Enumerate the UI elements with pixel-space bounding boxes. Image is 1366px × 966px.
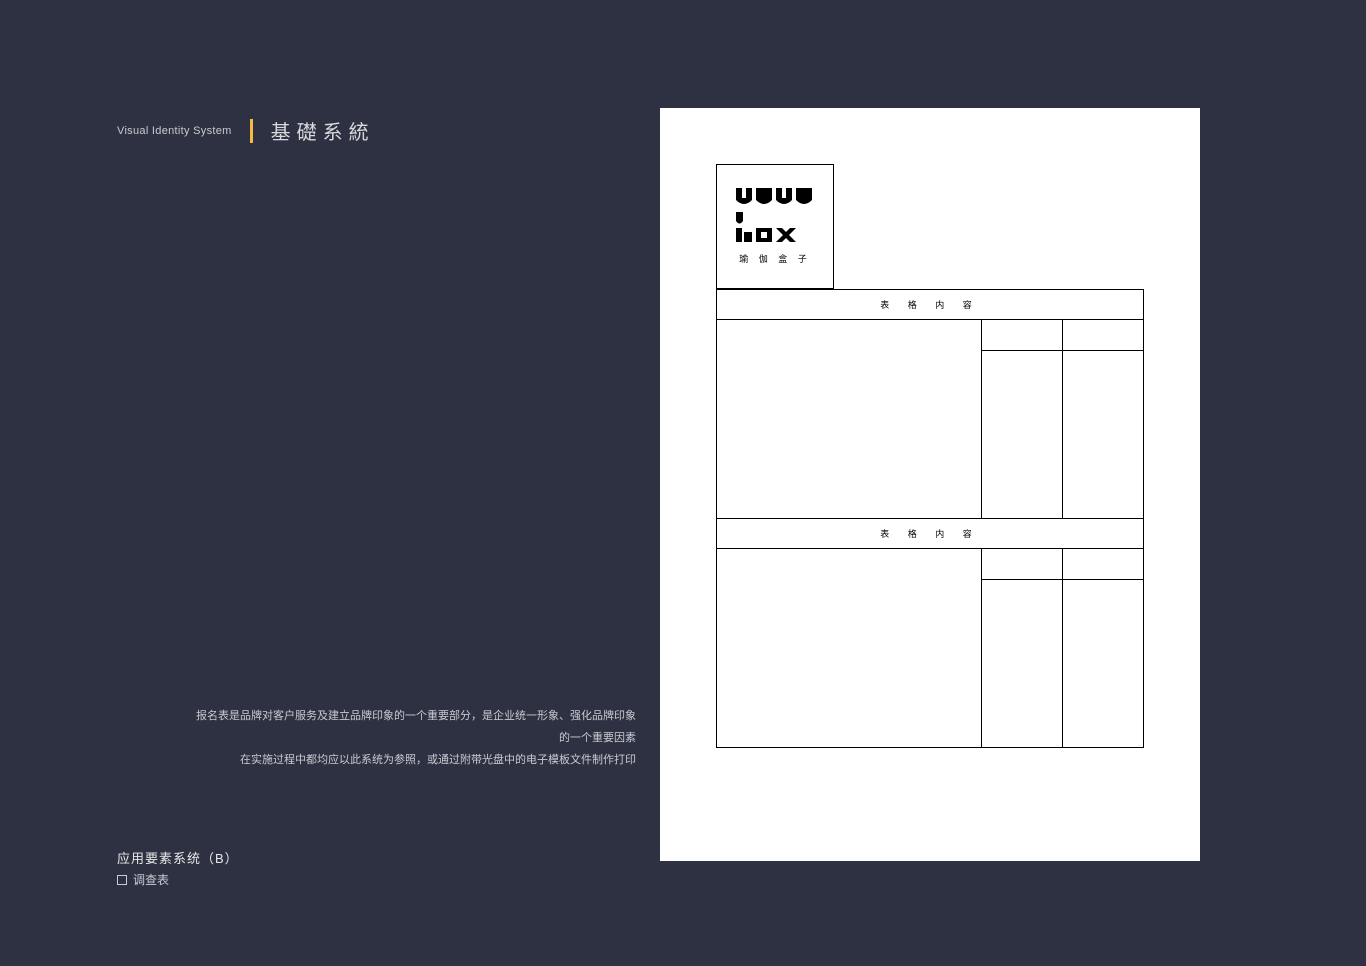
accent-bar-icon bbox=[250, 119, 253, 143]
header-chinese-title: 基礎系統 bbox=[271, 116, 375, 145]
form-document-mockup: 瑜 伽 盒 子 表 格 内 容 表 格 内 容 bbox=[660, 108, 1200, 861]
footer-section-title: 应用要素系统（B） bbox=[117, 848, 239, 867]
form-table-1-body bbox=[717, 320, 1143, 518]
table-divider-icon bbox=[981, 579, 1143, 580]
header-english-label: Visual Identity System bbox=[117, 125, 232, 137]
page-footer: 应用要素系统（B） 调查表 bbox=[117, 848, 239, 888]
description-block: 报名表是品牌对客户服务及建立品牌印象的一个重要部分，是企业统一形象、强化品牌印象… bbox=[187, 705, 636, 771]
form-table-2: 表 格 内 容 bbox=[716, 519, 1144, 748]
table-divider-icon bbox=[981, 350, 1143, 351]
description-line-1: 报名表是品牌对客户服务及建立品牌印象的一个重要部分，是企业统一形象、强化品牌印象… bbox=[187, 705, 636, 749]
checkbox-icon bbox=[117, 875, 127, 885]
form-table-1: 表 格 内 容 bbox=[716, 289, 1144, 519]
footer-sub-item: 调查表 bbox=[117, 871, 239, 888]
logo-box: 瑜 伽 盒 子 bbox=[716, 164, 834, 289]
form-tables-group: 表 格 内 容 表 格 内 容 bbox=[716, 289, 1144, 748]
page-header: Visual Identity System 基礎系統 bbox=[117, 116, 375, 145]
logo-chinese-text: 瑜 伽 盒 子 bbox=[739, 252, 811, 265]
form-table-2-header: 表 格 内 容 bbox=[717, 519, 1143, 549]
form-table-2-body bbox=[717, 549, 1143, 747]
yoga-box-logo-icon bbox=[736, 188, 814, 244]
form-table-1-header: 表 格 内 容 bbox=[717, 290, 1143, 320]
description-line-2: 在实施过程中都均应以此系统为参照，或通过附带光盘中的电子模板文件制作打印 bbox=[187, 749, 636, 771]
footer-sub-label: 调查表 bbox=[133, 871, 169, 888]
